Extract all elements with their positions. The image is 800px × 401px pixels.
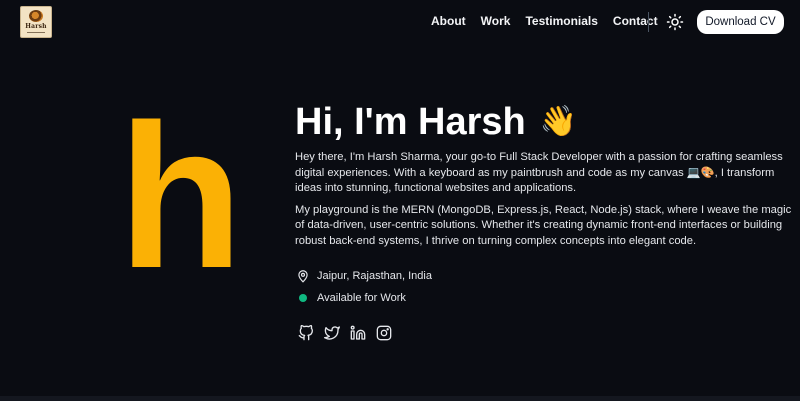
logo-text: Harsh bbox=[25, 23, 47, 30]
twitter-link[interactable] bbox=[323, 324, 340, 341]
next-section-edge bbox=[0, 396, 800, 401]
availability-text: Available for Work bbox=[317, 292, 406, 304]
logo[interactable]: Harsh bbox=[20, 6, 52, 38]
navbar: Harsh About Work Testimonials Contact Do… bbox=[0, 0, 800, 44]
waving-hand-icon: 👋 bbox=[539, 105, 578, 138]
availability-row: Available for Work bbox=[296, 288, 432, 308]
github-link[interactable] bbox=[297, 324, 314, 341]
stack-paragraph: My playground is the MERN (MongoDB, Expr… bbox=[295, 203, 792, 247]
hero-greeting: Hi, I'm Harsh bbox=[295, 101, 526, 143]
nav-link-contact[interactable]: Contact bbox=[613, 14, 658, 28]
instagram-icon bbox=[376, 325, 391, 340]
location-text: Jaipur, Rajasthan, India bbox=[317, 270, 432, 282]
hero-section: Hi, I'm Harsh 👋 Hey there, I'm Harsh Sha… bbox=[295, 100, 795, 249]
hero-heading: Hi, I'm Harsh 👋 bbox=[295, 100, 795, 144]
github-icon bbox=[298, 324, 313, 340]
nav-link-testimonials[interactable]: Testimonials bbox=[525, 14, 597, 28]
status-dot-icon bbox=[296, 291, 310, 305]
logo-mark-icon bbox=[29, 10, 43, 22]
linkedin-link[interactable] bbox=[349, 324, 366, 341]
download-cv-button[interactable]: Download CV bbox=[697, 10, 784, 34]
nav-divider bbox=[648, 12, 649, 32]
sun-icon bbox=[666, 13, 684, 31]
theme-toggle-button[interactable] bbox=[666, 13, 684, 31]
hero-monogram: h bbox=[118, 82, 243, 311]
twitter-icon bbox=[323, 325, 340, 340]
profile-meta: Jaipur, Rajasthan, India Available for W… bbox=[296, 266, 432, 310]
social-links bbox=[297, 324, 401, 341]
location-row: Jaipur, Rajasthan, India bbox=[296, 266, 432, 286]
linkedin-icon bbox=[350, 325, 365, 340]
intro-paragraph: Hey there, I'm Harsh Sharma, your go-to … bbox=[295, 151, 783, 194]
map-pin-icon bbox=[296, 269, 310, 283]
nav-link-about[interactable]: About bbox=[431, 14, 466, 28]
nav-link-work[interactable]: Work bbox=[481, 14, 511, 28]
instagram-link[interactable] bbox=[375, 324, 392, 341]
nav-links: About Work Testimonials Contact bbox=[431, 14, 673, 28]
